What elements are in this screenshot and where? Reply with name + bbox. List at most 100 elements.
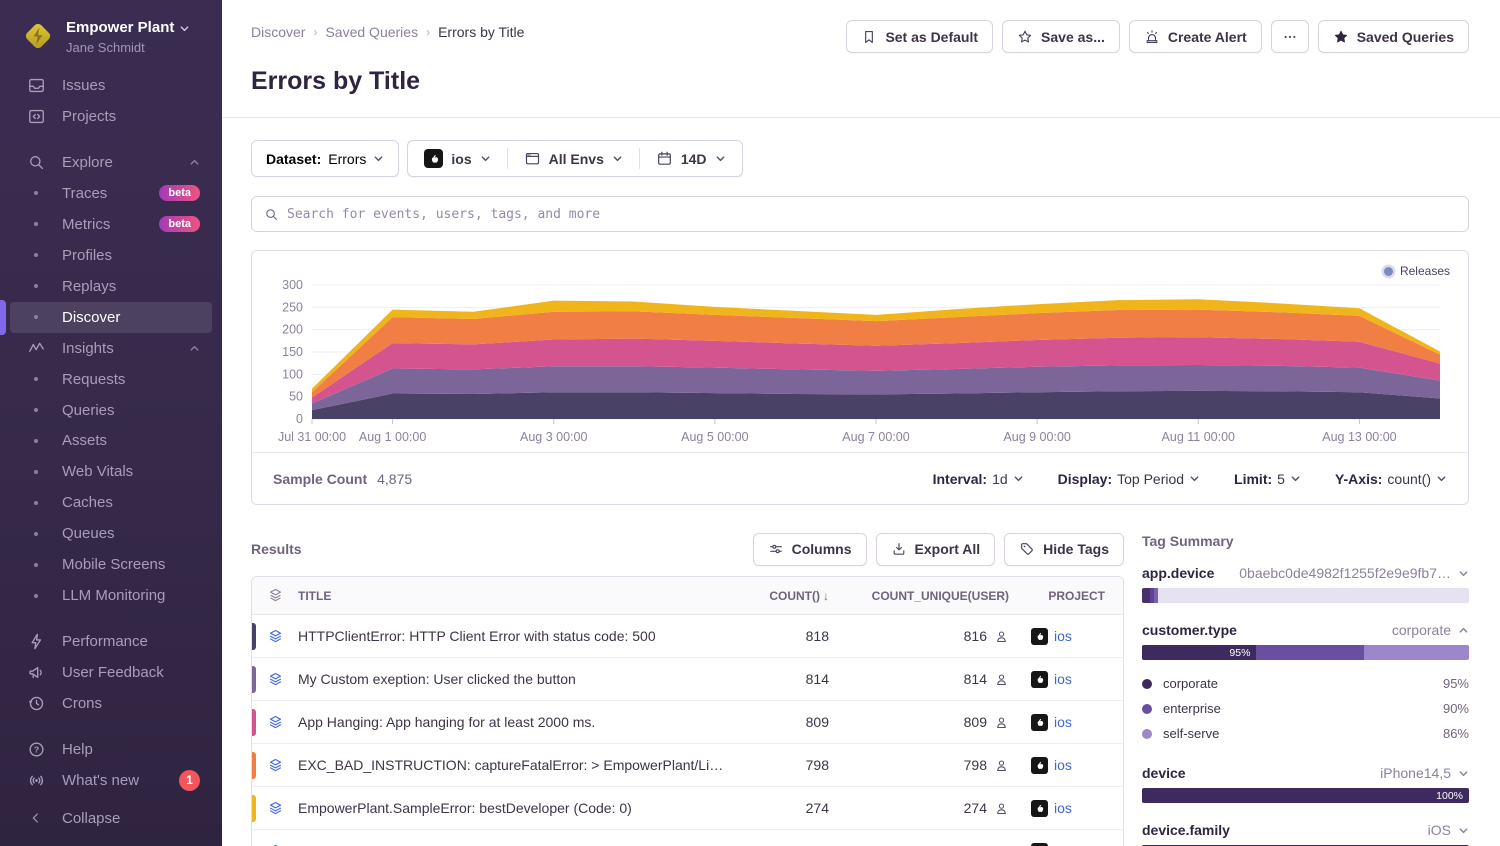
sidebar-item-discover[interactable]: Discover bbox=[10, 302, 212, 333]
environment-filter[interactable]: All Envs bbox=[508, 141, 639, 176]
sidebar-item-web-vitals[interactable]: Web Vitals bbox=[10, 456, 212, 487]
org-name: Empower Plant bbox=[66, 19, 174, 38]
tag-legend-row[interactable]: self-serve86% bbox=[1142, 721, 1469, 746]
tag-distribution-bar[interactable] bbox=[1142, 588, 1469, 603]
event-title-link[interactable]: EmpowerPlant.SampleError: bestDeveloper … bbox=[298, 800, 738, 816]
sidebar-item-profiles[interactable]: Profiles bbox=[10, 240, 212, 271]
sidebar-item-replays[interactable]: Replays bbox=[10, 271, 212, 302]
sidebar-item-projects[interactable]: Projects bbox=[10, 101, 212, 132]
tag-distribution-bar[interactable]: 95% bbox=[1142, 645, 1469, 660]
display-control[interactable]: Display:Top Period bbox=[1058, 471, 1200, 487]
sidebar-item-llm-monitoring[interactable]: LLM Monitoring bbox=[10, 580, 212, 611]
table-row[interactable]: EXC_BAD_INSTRUCTION: captureFatalError: … bbox=[252, 744, 1123, 787]
sidebar-item-insights[interactable]: Insights bbox=[10, 333, 212, 364]
project-cell[interactable]: ios bbox=[1031, 757, 1123, 774]
sidebar-item-performance[interactable]: Performance bbox=[10, 626, 212, 657]
tag-header-app-device[interactable]: app.device0baebc0de4982f1255f2e9e9fb7… bbox=[1142, 565, 1469, 581]
table-row[interactable]: App Hanging: App hanging for at least 20… bbox=[252, 701, 1123, 744]
tag-item-customer-type: customer.typecorporate 95% corporate95%ent… bbox=[1142, 622, 1469, 746]
tag-header-customer-type[interactable]: customer.typecorporate bbox=[1142, 622, 1469, 638]
bullet-dot bbox=[34, 284, 38, 288]
sidebar-nav: IssuesProjects ExploreTracesbetaMetricsbe… bbox=[0, 70, 222, 796]
sidebar-item-label: User Feedback bbox=[62, 664, 200, 681]
event-stack-icon[interactable] bbox=[252, 671, 298, 688]
sidebar-item-queues[interactable]: Queues bbox=[10, 518, 212, 549]
sidebar-item-help[interactable]: ?Help bbox=[10, 734, 212, 765]
series-color-bar bbox=[252, 709, 256, 736]
save-as-button[interactable]: Save as... bbox=[1002, 20, 1120, 53]
table-row[interactable]: EmpowerPlant.SampleError: bestDeveloper … bbox=[252, 787, 1123, 830]
table-row[interactable]: HTTPClientError: HTTP Client Error with … bbox=[252, 615, 1123, 658]
sidebar-collapse-button[interactable]: Collapse bbox=[10, 802, 212, 834]
project-cell[interactable]: ios bbox=[1031, 671, 1123, 688]
sidebar-item-explore[interactable]: Explore bbox=[10, 147, 212, 178]
event-stack-icon[interactable] bbox=[252, 800, 298, 817]
tag-header-device[interactable]: deviceiPhone14,5 bbox=[1142, 765, 1469, 781]
sidebar-item-caches[interactable]: Caches bbox=[10, 487, 212, 518]
org-switcher[interactable]: Empower Plant Jane Schmidt bbox=[0, 14, 222, 70]
sidebar-item-issues[interactable]: Issues bbox=[10, 70, 212, 101]
limit-control[interactable]: Limit:5 bbox=[1234, 471, 1301, 487]
column-count[interactable]: COUNT() ↓ bbox=[738, 589, 843, 603]
page-title: Errors by Title bbox=[251, 67, 1469, 96]
chart-area[interactable]: Releases 050100150200250300Jul 31 00:00A… bbox=[252, 251, 1468, 452]
event-stack-icon[interactable] bbox=[252, 714, 298, 731]
table-row[interactable]: My Custom exeption: User clicked the but… bbox=[252, 658, 1123, 701]
button-label: Hide Tags bbox=[1043, 541, 1109, 557]
project-cell[interactable]: ios bbox=[1031, 628, 1123, 645]
tag-value: iOS bbox=[1428, 822, 1469, 838]
legend-dot-icon bbox=[1142, 679, 1152, 689]
event-stack-icon[interactable] bbox=[252, 757, 298, 774]
tag-distribution-bar[interactable]: 100% bbox=[1142, 788, 1469, 803]
sidebar-item-assets[interactable]: Assets bbox=[10, 425, 212, 456]
hide-tags-button[interactable]: Hide Tags bbox=[1004, 533, 1124, 566]
sidebar-item-mobile-screens[interactable]: Mobile Screens bbox=[10, 549, 212, 580]
event-title-link[interactable]: App Hanging: App hanging for at least 20… bbox=[298, 714, 738, 730]
dataset-select[interactable]: Dataset: Errors bbox=[251, 140, 399, 177]
event-title-link[interactable]: HTTPClientError: HTTP Client Error with … bbox=[298, 628, 738, 644]
column-title[interactable]: TITLE bbox=[298, 589, 738, 603]
more-options-button[interactable] bbox=[1271, 20, 1309, 53]
tag-legend-row[interactable]: corporate95% bbox=[1142, 671, 1469, 696]
export-all-button[interactable]: Export All bbox=[876, 533, 996, 566]
svg-text:150: 150 bbox=[282, 345, 303, 359]
column-count-unique[interactable]: COUNT_UNIQUE(USER) bbox=[843, 589, 1031, 603]
column-project[interactable]: PROJECT bbox=[1031, 589, 1123, 603]
sidebar-item-what-s-new[interactable]: What's new1 bbox=[10, 765, 212, 796]
event-title-link[interactable]: EXC_BAD_INSTRUCTION: captureFatalError: … bbox=[298, 757, 738, 773]
project-link: ios bbox=[1054, 628, 1072, 644]
sidebar-item-queries[interactable]: Queries bbox=[10, 395, 212, 426]
project-cell[interactable]: ios bbox=[1031, 800, 1123, 817]
project-filter[interactable]: ios bbox=[408, 141, 506, 176]
tag-header-device-family[interactable]: device.familyiOS bbox=[1142, 822, 1469, 838]
set-as-default-button[interactable]: Set as Default bbox=[846, 20, 993, 53]
chevron-down-icon bbox=[1290, 473, 1301, 484]
download-icon bbox=[891, 541, 907, 557]
saved-queries-button[interactable]: Saved Queries bbox=[1318, 20, 1469, 53]
table-row[interactable]: EmpowerPlant.SampleError: happyCustomer … bbox=[252, 830, 1123, 846]
chart-legend[interactable]: Releases bbox=[1384, 264, 1450, 278]
sidebar-item-label: Metrics bbox=[62, 216, 159, 233]
sidebar-item-crons[interactable]: Crons bbox=[10, 688, 212, 719]
sidebar-item-traces[interactable]: Tracesbeta bbox=[10, 178, 212, 209]
sidebar-item-requests[interactable]: Requests bbox=[10, 364, 212, 395]
breadcrumb-discover[interactable]: Discover bbox=[251, 24, 305, 40]
project-cell[interactable]: ios bbox=[1031, 714, 1123, 731]
search-input[interactable] bbox=[287, 207, 1456, 222]
tag-legend-row[interactable]: enterprise90% bbox=[1142, 696, 1469, 721]
sidebar-item-user-feedback[interactable]: User Feedback bbox=[10, 657, 212, 688]
bullet-dot bbox=[34, 377, 38, 381]
breadcrumb-saved-queries[interactable]: Saved Queries bbox=[325, 24, 418, 40]
chevron-down-icon bbox=[1189, 473, 1200, 484]
sidebar-item-metrics[interactable]: Metricsbeta bbox=[10, 209, 212, 240]
y-axis-control[interactable]: Y-Axis:count() bbox=[1335, 471, 1447, 487]
date-range-filter[interactable]: 14D bbox=[640, 141, 742, 176]
event-title-link[interactable]: My Custom exeption: User clicked the but… bbox=[298, 671, 738, 687]
event-stack-icon[interactable] bbox=[252, 628, 298, 645]
interval-control[interactable]: Interval:1d bbox=[933, 471, 1024, 487]
create-alert-button[interactable]: Create Alert bbox=[1129, 20, 1262, 53]
tag-key: app.device bbox=[1142, 565, 1214, 581]
sample-count-label: Sample Count bbox=[273, 471, 367, 487]
bullet-dot bbox=[34, 253, 38, 257]
columns-button[interactable]: Columns bbox=[753, 533, 867, 566]
